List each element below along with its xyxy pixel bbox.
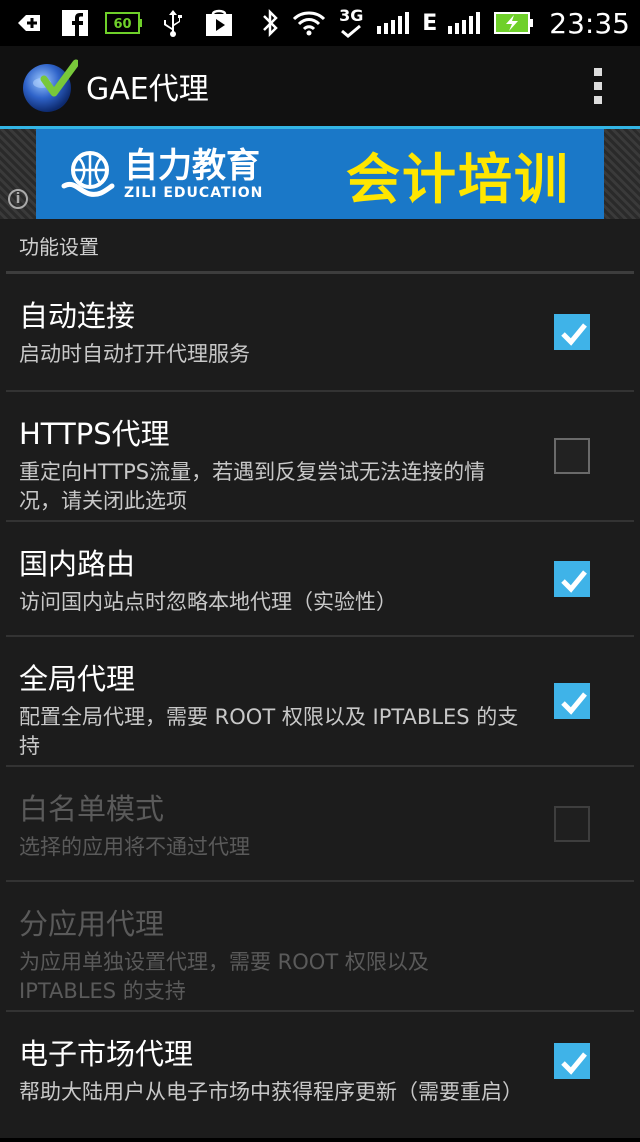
status-clock: 23:35 — [549, 6, 630, 40]
pref-domestic-route[interactable]: 国内路由 访问国内站点时忽略本地代理（实验性） — [6, 522, 634, 637]
checkbox-https-proxy[interactable] — [554, 438, 590, 474]
pref-title: 电子市场代理 — [19, 1037, 194, 1071]
checkbox-global-proxy[interactable] — [554, 683, 590, 719]
battery-charging-icon — [493, 6, 535, 40]
checkbox-domestic-route[interactable] — [554, 560, 590, 597]
pref-title: 白名单模式 — [19, 792, 165, 826]
signal-2-icon — [447, 6, 483, 40]
checkbox-whitelist-mode — [554, 805, 590, 842]
pref-market-proxy[interactable]: 电子市场代理 帮助大陆用户从电子市场中获得程序更新（需要重启） — [6, 1012, 634, 1142]
pref-summary: 访问国内站点时忽略本地代理（实验性） — [19, 590, 397, 614]
pref-summary: 选择的应用将不通过代理 — [19, 835, 250, 859]
settings-screen: 功能设置 自动连接 启动时自动打开代理服务 HTTPS代理 重定向HTTPS流量… — [0, 219, 640, 1138]
ad-brand-logo-icon — [60, 146, 116, 202]
pref-summary: 重定向HTTPS流量，若遇到反复尝试无法连接的情况，请关闭此选项 — [19, 460, 486, 513]
action-bar: GAE代理 — [0, 46, 640, 129]
section-title: 功能设置 — [19, 234, 99, 259]
pref-title: HTTPS代理 — [19, 417, 170, 451]
app-logo-icon[interactable] — [20, 57, 80, 115]
add-icon — [12, 6, 46, 40]
page-title: GAE代理 — [86, 72, 209, 107]
svg-text:60: 60 — [113, 17, 131, 32]
battery-level-icon: 60 — [104, 6, 144, 40]
overflow-menu-icon[interactable] — [594, 68, 602, 104]
pref-summary: 启动时自动打开代理服务 — [19, 342, 250, 366]
ad-content[interactable]: 自力教育 ZILI EDUCATION 会计培训 — [36, 129, 604, 219]
network-type-label: E — [422, 10, 438, 36]
preference-list: 自动连接 启动时自动打开代理服务 HTTPS代理 重定向HTTPS流量，若遇到反… — [0, 274, 640, 1142]
usb-icon — [156, 6, 190, 40]
pref-summary: 为应用单独设置代理，需要 ROOT 权限以及 IPTABLES 的支持 — [19, 950, 429, 1003]
pref-whitelist-mode: 白名单模式 选择的应用将不通过代理 — [6, 767, 634, 882]
pref-title: 分应用代理 — [19, 907, 165, 941]
pref-global-proxy[interactable]: 全局代理 配置全局代理，需要 ROOT 权限以及 IPTABLES 的支持 — [6, 637, 634, 767]
ad-slogan: 会计培训 — [346, 147, 570, 211]
ad-brand-english: ZILI EDUCATION — [124, 185, 264, 201]
ad-brand: 自力教育 ZILI EDUCATION — [124, 147, 263, 201]
ad-info-icon[interactable]: i — [8, 189, 28, 209]
pref-summary: 配置全局代理，需要 ROOT 权限以及 IPTABLES 的支持 — [19, 705, 519, 758]
status-bar: 60 3G E 23:35 — [0, 0, 640, 46]
facebook-icon — [58, 6, 92, 40]
data-3g-icon: 3G — [336, 6, 366, 40]
pref-per-app-proxy: 分应用代理 为应用单独设置代理，需要 ROOT 权限以及 IPTABLES 的支… — [6, 882, 634, 1012]
signal-1-icon — [376, 6, 412, 40]
checkbox-market-proxy[interactable] — [554, 1043, 590, 1079]
play-store-icon — [202, 6, 236, 40]
ad-banner[interactable]: 自力教育 ZILI EDUCATION 会计培训 i — [0, 129, 640, 219]
checkbox-auto-connect[interactable] — [554, 314, 590, 350]
wifi-icon — [292, 6, 326, 40]
ad-brand-name: 自力教育 — [124, 146, 260, 186]
bluetooth-icon — [258, 6, 282, 40]
pref-title: 自动连接 — [19, 299, 136, 333]
pref-https-proxy[interactable]: HTTPS代理 重定向HTTPS流量，若遇到反复尝试无法连接的情况，请关闭此选项 — [6, 392, 634, 522]
pref-summary: 帮助大陆用户从电子市场中获得程序更新（需要重启） — [19, 1080, 523, 1104]
section-header: 功能设置 — [6, 219, 634, 274]
pref-auto-connect[interactable]: 自动连接 启动时自动打开代理服务 — [6, 274, 634, 392]
pref-title: 全局代理 — [19, 662, 136, 696]
pref-title: 国内路由 — [19, 547, 136, 581]
